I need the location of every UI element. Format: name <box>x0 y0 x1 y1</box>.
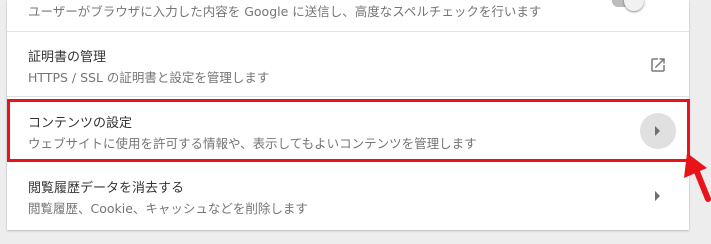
manage-certificates-description: HTTPS / SSL の証明書と設定を管理します <box>28 70 270 85</box>
spellcheck-description: ユーザーがブラウザに入力した内容を Google に送信し、高度なスペルチェック… <box>28 4 542 19</box>
annotation-arrow-icon <box>684 153 711 202</box>
clear-browsing-data-title: 閲覧履歴データを消去する <box>28 181 185 196</box>
clear-browsing-data-description: 閲覧履歴、Cookie、キャッシュなどを削除します <box>28 201 308 216</box>
content-settings-title: コンテンツの設定 <box>28 116 133 131</box>
spellcheck-row[interactable]: ユーザーがブラウザに入力した内容を Google に送信し、高度なスペルチェック… <box>7 0 689 31</box>
arrow-right-icon <box>655 126 660 136</box>
arrow-right-icon <box>655 191 660 201</box>
manage-certificates-row[interactable]: 証明書の管理 HTTPS / SSL の証明書と設定を管理します <box>7 31 689 96</box>
clear-browsing-data-row[interactable]: 閲覧履歴データを消去する 閲覧履歴、Cookie、キャッシュなどを削除します <box>7 161 689 230</box>
spellcheck-toggle[interactable] <box>610 0 646 11</box>
content-settings-description: ウェブサイトに使用を許可する情報や、表示してもよいコンテンツを管理します <box>28 136 477 151</box>
settings-card: ユーザーがブラウザに入力した内容を Google に送信し、高度なスペルチェック… <box>7 0 689 230</box>
open-in-new-icon[interactable] <box>649 56 667 74</box>
clear-browsing-data-arrow-button[interactable] <box>640 178 676 214</box>
content-settings-row[interactable]: コンテンツの設定 ウェブサイトに使用を許可する情報や、表示してもよいコンテンツを… <box>7 96 689 161</box>
toggle-knob <box>624 0 644 11</box>
manage-certificates-title: 証明書の管理 <box>28 50 107 65</box>
content-settings-arrow-button[interactable] <box>640 113 676 149</box>
